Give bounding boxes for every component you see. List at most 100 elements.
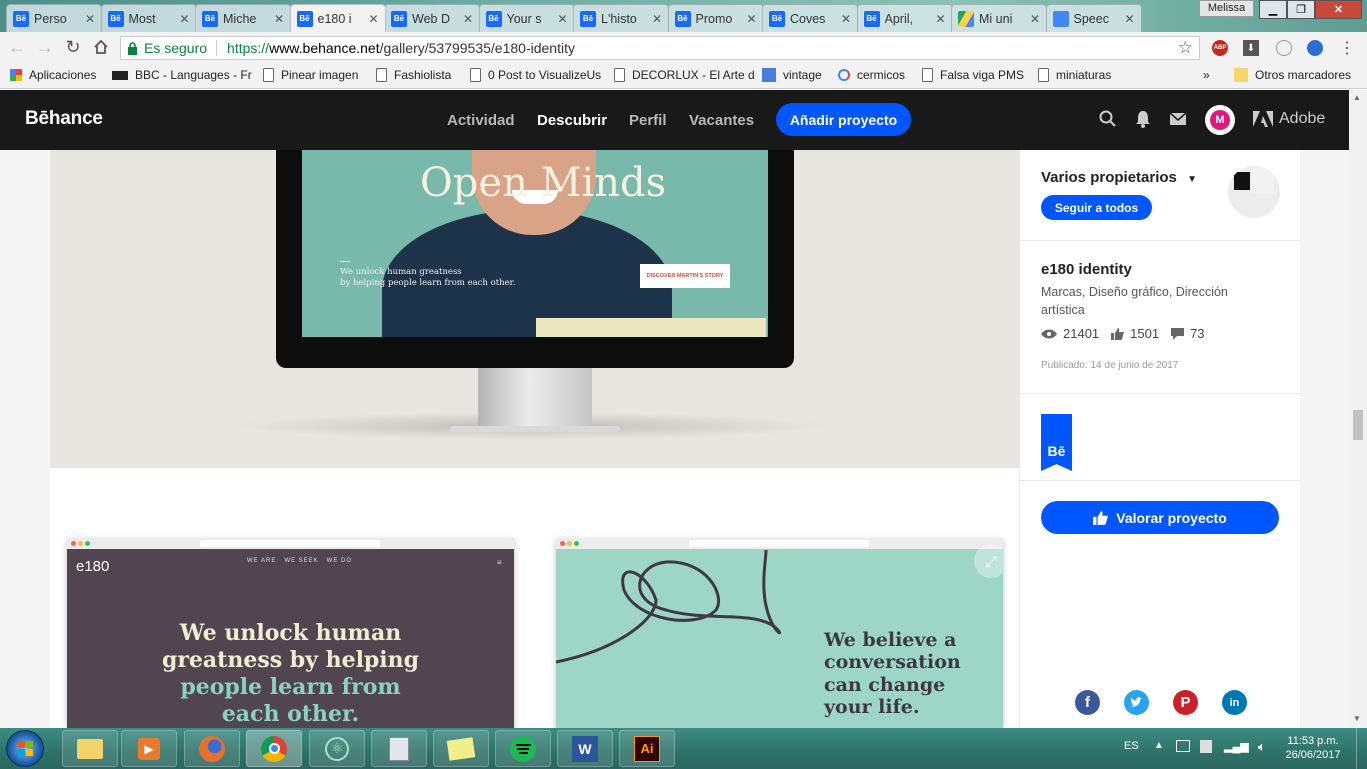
keyboard-language[interactable]: ES xyxy=(1124,740,1139,752)
bookmark-1[interactable]: Aplicaciones xyxy=(10,67,96,83)
download-extension-icon[interactable]: ⬇ xyxy=(1243,40,1259,56)
reload-icon[interactable]: ↻ xyxy=(62,36,84,58)
expand-icon[interactable]: ⤢ xyxy=(974,544,1003,578)
add-project-button[interactable]: Añadir proyecto xyxy=(776,103,911,136)
nav-descubrir[interactable]: Descubrir xyxy=(537,112,607,129)
tab-12[interactable]: Speec ✕ xyxy=(1045,4,1142,32)
tab-close-icon[interactable]: ✕ xyxy=(463,12,473,26)
tab-close-icon[interactable]: ✕ xyxy=(1124,12,1134,26)
close-window-button[interactable]: ✕ xyxy=(1315,0,1362,19)
scroll-up-arrow-icon[interactable]: ▲ xyxy=(1353,93,1361,102)
nav-perfil[interactable]: Perfil xyxy=(629,112,667,129)
system-clock[interactable]: 11:53 p.m. 26/06/2017 xyxy=(1278,734,1348,762)
adobe-link[interactable]: Adobe xyxy=(1253,110,1325,128)
tab-4[interactable]: Bē e180 i ✕ xyxy=(289,4,386,32)
thumbnail-right[interactable]: We believe a conversation can change you… xyxy=(556,538,1003,728)
scroll-thumb[interactable] xyxy=(1353,410,1363,440)
bookmark-5[interactable]: 0 Post to VisualizeUs xyxy=(470,67,601,83)
appreciate-project-button[interactable]: Valorar proyecto xyxy=(1041,501,1279,534)
tab-close-icon[interactable]: ✕ xyxy=(368,12,378,26)
extension-circle-icon[interactable] xyxy=(1276,40,1292,56)
tab-6[interactable]: Bē Your s ✕ xyxy=(478,4,575,32)
bookmark-6[interactable]: DECORLUX - El Arte d xyxy=(614,67,755,83)
network-signal-icon[interactable]: ▂▄▆ xyxy=(1224,740,1249,753)
avatar[interactable]: M xyxy=(1205,105,1235,135)
file-explorer-app[interactable] xyxy=(62,730,118,767)
bookmark-3[interactable]: Pinear imagen xyxy=(263,67,358,83)
bookmark-9[interactable]: Falsa viga PMS xyxy=(922,67,1024,83)
word-app[interactable]: W xyxy=(557,730,613,767)
tab-close-icon[interactable]: ✕ xyxy=(841,12,851,26)
show-desktop-button[interactable] xyxy=(1356,728,1367,769)
chrome-app[interactable] xyxy=(246,730,302,767)
twitter-share-icon[interactable] xyxy=(1124,690,1149,715)
tab-close-icon[interactable]: ✕ xyxy=(85,12,95,26)
tab-close-icon[interactable]: ✕ xyxy=(935,12,945,26)
minimize-button[interactable]: ▁ xyxy=(1259,0,1287,19)
back-icon[interactable]: ← xyxy=(6,36,28,58)
thumbnail-left[interactable]: e180 WE ARE WE SEEK WE DO ≡ We unlock hu… xyxy=(67,538,514,728)
notifications-bell-icon[interactable] xyxy=(1132,108,1154,130)
bookmark-8[interactable]: cermicos xyxy=(838,67,905,83)
tab-close-icon[interactable]: ✕ xyxy=(179,12,189,26)
secure-indicator[interactable]: Es seguro xyxy=(127,40,207,56)
tab-close-icon[interactable]: ✕ xyxy=(1030,12,1040,26)
tab-9[interactable]: Bē Coves ✕ xyxy=(762,4,858,32)
bookmark-7[interactable]: vintage xyxy=(762,67,822,83)
sync-extension-icon[interactable] xyxy=(1307,40,1323,56)
project-fields[interactable]: Marcas, Diseño gráfico, Dirección artíst… xyxy=(1041,283,1271,319)
bookmark-star-icon[interactable]: ☆ xyxy=(1178,38,1193,58)
volume-icon[interactable]: 🔈︎ xyxy=(1258,739,1266,755)
bookmarks-overflow[interactable]: » xyxy=(1203,67,1210,83)
address-bar[interactable]: Es seguro https://www.behance.net/galler… xyxy=(120,36,1200,60)
calculator-app[interactable] xyxy=(371,730,427,767)
maximize-button[interactable]: ❐ xyxy=(1287,0,1315,19)
tab-11[interactable]: Mi uni ✕ xyxy=(951,4,1047,32)
scroll-down-arrow-icon[interactable]: ▼ xyxy=(1353,714,1361,723)
tab-5[interactable]: Bē Web D ✕ xyxy=(384,4,480,32)
action-center-icon[interactable] xyxy=(1176,740,1190,752)
tab-2[interactable]: Bē Most ✕ xyxy=(100,4,197,32)
firefox-app[interactable] xyxy=(184,730,240,767)
tab-10[interactable]: Bē April, ✕ xyxy=(856,4,953,32)
bookmark-10[interactable]: miniaturas xyxy=(1038,67,1111,83)
tab-close-icon[interactable]: ✕ xyxy=(557,12,567,26)
window-user-label[interactable]: Melissa xyxy=(1199,0,1254,17)
page-scrollbar[interactable]: ▲ ▼ xyxy=(1349,90,1367,728)
follow-all-button[interactable]: Seguir a todos xyxy=(1041,195,1152,220)
bookmark-2[interactable]: BBC - Languages - Fr xyxy=(112,67,252,83)
facebook-share-icon[interactable]: f xyxy=(1075,690,1100,715)
power-icon[interactable] xyxy=(1200,740,1212,753)
behance-logo[interactable]: Bēhance xyxy=(25,108,103,130)
media-player-app[interactable]: ▶ xyxy=(121,730,177,767)
other-bookmarks[interactable]: Otros marcadores xyxy=(1234,67,1351,83)
nav-vacantes[interactable]: Vacantes xyxy=(689,112,754,129)
tab-3[interactable]: Bē Miche ✕ xyxy=(195,4,291,32)
owners-avatar[interactable] xyxy=(1228,166,1280,218)
browser-menu-icon[interactable]: ⋮ xyxy=(1339,38,1355,58)
forward-icon[interactable]: → xyxy=(34,36,56,58)
tray-expand-icon[interactable]: ▲ xyxy=(1154,740,1164,751)
tab-8[interactable]: Bē Promo ✕ xyxy=(667,4,764,32)
tab-close-icon[interactable]: ✕ xyxy=(746,12,756,26)
tab-1[interactable]: Bē Perso ✕ xyxy=(6,4,102,32)
adblock-extension-icon[interactable]: ABP xyxy=(1212,40,1228,56)
tab-close-icon[interactable]: ✕ xyxy=(274,12,284,26)
spotify-app[interactable] xyxy=(495,730,551,767)
pinterest-share-icon[interactable]: P xyxy=(1173,690,1198,715)
owners-dropdown[interactable]: Varios propietarios ▼ xyxy=(1041,169,1197,186)
behance-gallery-badge[interactable]: Bē xyxy=(1041,414,1072,471)
nav-actividad[interactable]: Actividad xyxy=(447,112,515,129)
linkedin-share-icon[interactable]: in xyxy=(1222,690,1247,715)
search-icon[interactable] xyxy=(1097,108,1119,130)
bookmark-4[interactable]: Fashiolista xyxy=(376,67,451,83)
url-text[interactable]: https://www.behance.net/gallery/53799535… xyxy=(227,40,575,56)
tab-close-icon[interactable]: ✕ xyxy=(652,12,662,26)
sticky-notes-app[interactable] xyxy=(433,730,489,767)
illustrator-app[interactable]: Ai xyxy=(619,730,675,767)
start-button[interactable] xyxy=(6,730,44,767)
home-icon[interactable] xyxy=(90,36,112,58)
tab-7[interactable]: Bē L'histo ✕ xyxy=(573,4,669,32)
messages-envelope-icon[interactable] xyxy=(1167,108,1189,130)
atom-app[interactable]: ⚛ xyxy=(309,730,365,767)
